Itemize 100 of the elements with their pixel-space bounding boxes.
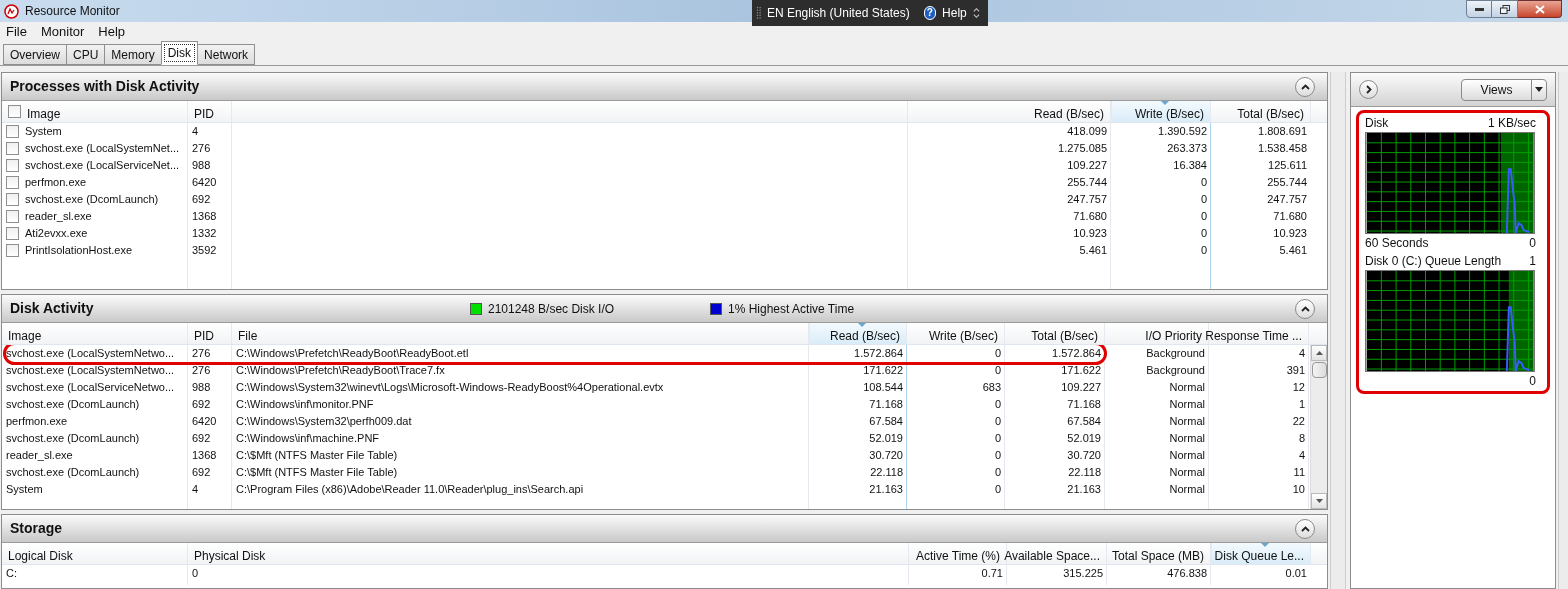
window-title: Resource Monitor bbox=[25, 3, 120, 20]
column-header[interactable]: Total (B/sec) bbox=[1005, 323, 1105, 344]
checkbox[interactable] bbox=[6, 176, 19, 189]
table-cell-text: 1.808.691 bbox=[1258, 124, 1307, 140]
close-icon bbox=[1534, 4, 1545, 14]
help-icon[interactable]: ? bbox=[923, 6, 937, 20]
tab[interactable]: Memory bbox=[104, 44, 162, 65]
table-cell-text: 276 bbox=[192, 363, 211, 379]
table-cell-text: 0 bbox=[1200, 243, 1207, 259]
table-cell-text: reader_sl.exe bbox=[25, 209, 92, 225]
close-button[interactable] bbox=[1518, 0, 1562, 18]
table-cell-text: Ati2evxx.exe bbox=[25, 226, 88, 242]
column-header[interactable]: Write (B/sec) bbox=[1111, 101, 1211, 122]
checkbox[interactable] bbox=[6, 210, 19, 223]
column-header[interactable]: Disk Queue Le... bbox=[1211, 543, 1311, 564]
help-label[interactable]: Help bbox=[942, 4, 967, 22]
column-header[interactable]: Image bbox=[2, 323, 188, 344]
menu-item[interactable]: Help bbox=[98, 22, 126, 42]
collapse-button[interactable] bbox=[1295, 76, 1315, 97]
table-cell-text: svchost.exe (DcomLaunch) bbox=[6, 397, 140, 413]
table-cell-text: Normal bbox=[1169, 448, 1205, 464]
table-cell-text: Background bbox=[1146, 363, 1205, 379]
table-cell-text: C:\Windows\Prefetch\ReadyBoot\ReadyBoot.etl bbox=[236, 346, 469, 362]
checkbox[interactable] bbox=[6, 244, 19, 257]
column-header[interactable]: PID bbox=[188, 101, 232, 122]
collapse-button[interactable] bbox=[1295, 518, 1315, 539]
maximize-button[interactable] bbox=[1492, 0, 1518, 18]
table-cell-text: 8 bbox=[1298, 431, 1305, 447]
grip-icon bbox=[755, 6, 761, 20]
table-cell-text: Background bbox=[1146, 346, 1205, 362]
scale-label: 0 bbox=[1529, 235, 1536, 252]
column-label: PID bbox=[194, 108, 214, 120]
column-label: Image bbox=[27, 108, 61, 120]
column-header[interactable]: Write (B/sec) bbox=[907, 323, 1005, 344]
table-cell-text: Normal bbox=[1169, 380, 1205, 396]
minimize-button[interactable] bbox=[1466, 0, 1492, 18]
checkbox[interactable] bbox=[6, 193, 19, 206]
checkbox[interactable] bbox=[6, 125, 19, 138]
column-header[interactable]: Logical Disk bbox=[2, 543, 188, 564]
column-label: PID bbox=[194, 330, 214, 342]
scale-label: 1 bbox=[1529, 253, 1536, 270]
column-label: Disk Queue Le... bbox=[1214, 550, 1304, 562]
table-cell-text: 30.720 bbox=[1067, 448, 1101, 464]
scale-label: 1 KB/sec bbox=[1487, 115, 1536, 132]
sort-arrow-icon bbox=[1261, 543, 1269, 547]
table-cell-text: 1.572.864 bbox=[1052, 346, 1101, 362]
section-header[interactable]: Storage bbox=[2, 515, 1327, 543]
checkbox[interactable] bbox=[6, 227, 19, 240]
column-label: Total (B/sec) bbox=[1031, 330, 1098, 342]
table-cell-text: C:\$Mft (NTFS Master File Table) bbox=[236, 465, 398, 481]
column-label: Total Space (MB) bbox=[1111, 550, 1204, 562]
table-cell-text: 1.538.458 bbox=[1258, 141, 1307, 157]
sort-arrow-icon bbox=[858, 323, 866, 327]
scrollbar[interactable] bbox=[1558, 72, 1568, 589]
scrollbar[interactable] bbox=[1310, 345, 1327, 509]
column-label: File bbox=[238, 330, 258, 342]
checkbox[interactable] bbox=[6, 142, 19, 155]
section-header[interactable]: Disk Activity 2101248 B/sec Disk I/O 1% Highest Active Time bbox=[2, 295, 1327, 323]
tab[interactable]: Overview bbox=[3, 44, 67, 65]
table-cell-text: 0 bbox=[192, 566, 199, 582]
column-label: Image bbox=[8, 330, 42, 342]
section-header[interactable]: Processes with Disk Activity bbox=[2, 73, 1327, 101]
table-cell-text: svchost.exe (LocalSystemNet... bbox=[25, 141, 180, 157]
table-cell-text: svchost.exe (LocalServiceNet... bbox=[25, 158, 180, 174]
expand-button[interactable] bbox=[1359, 80, 1378, 99]
column-header[interactable]: Read (B/sec) bbox=[809, 323, 907, 344]
table-cell-text: 0 bbox=[994, 448, 1001, 464]
column-header[interactable]: Total (B/sec) bbox=[1211, 101, 1311, 122]
tab[interactable]: CPU bbox=[66, 44, 106, 65]
views-button[interactable]: Views bbox=[1461, 78, 1547, 101]
table-cell-text: 263.373 bbox=[1167, 141, 1207, 157]
table-cell-text: 276 bbox=[192, 141, 211, 157]
language-bar[interactable]: EN English (United States) ? Help bbox=[751, 0, 988, 26]
graph-title: Disk 0 (C:) Queue Length bbox=[1365, 253, 1502, 270]
table-cell-text: svchost.exe (LocalSystemNetwo... bbox=[6, 363, 175, 379]
column-label: Write (B/sec) bbox=[1134, 108, 1204, 120]
scroll-thumb[interactable] bbox=[1311, 362, 1327, 378]
scale-label: 0 bbox=[1529, 373, 1536, 390]
checkbox[interactable] bbox=[8, 105, 21, 118]
column-header[interactable]: PID bbox=[188, 323, 232, 344]
sort-arrow-icon bbox=[1161, 101, 1169, 105]
tab[interactable]: Network bbox=[197, 44, 256, 65]
column-label: I/O Priority bbox=[1145, 330, 1202, 342]
menu-item[interactable]: Monitor bbox=[40, 22, 85, 42]
time-label: 60 Seconds bbox=[1365, 235, 1429, 252]
table-cell-text: 21.163 bbox=[869, 482, 903, 498]
column-header[interactable]: Image bbox=[2, 101, 188, 122]
table-cell-text: C:\Windows\System32\winevt\Logs\Microsoft-Windows-ReadyBoost%4Operational.evtx bbox=[236, 380, 664, 396]
table-cell-text: Normal bbox=[1169, 465, 1205, 481]
table-cell-text: 71.168 bbox=[869, 397, 903, 413]
legend-label: 2101248 B/sec Disk I/O bbox=[488, 300, 615, 318]
menu-item[interactable]: File bbox=[6, 22, 27, 42]
table-cell-text: C:\Windows\Prefetch\ReadyBoot\Trace7.fx bbox=[236, 363, 445, 379]
language-label[interactable]: EN English (United States) bbox=[766, 4, 910, 22]
collapse-button[interactable] bbox=[1295, 298, 1315, 319]
scrollbar[interactable] bbox=[1330, 72, 1346, 589]
checkbox[interactable] bbox=[6, 159, 19, 172]
column-header[interactable]: Physical Disk bbox=[188, 543, 909, 564]
tab[interactable]: Disk bbox=[160, 41, 199, 65]
table-cell-text: 0.01 bbox=[1285, 566, 1307, 582]
